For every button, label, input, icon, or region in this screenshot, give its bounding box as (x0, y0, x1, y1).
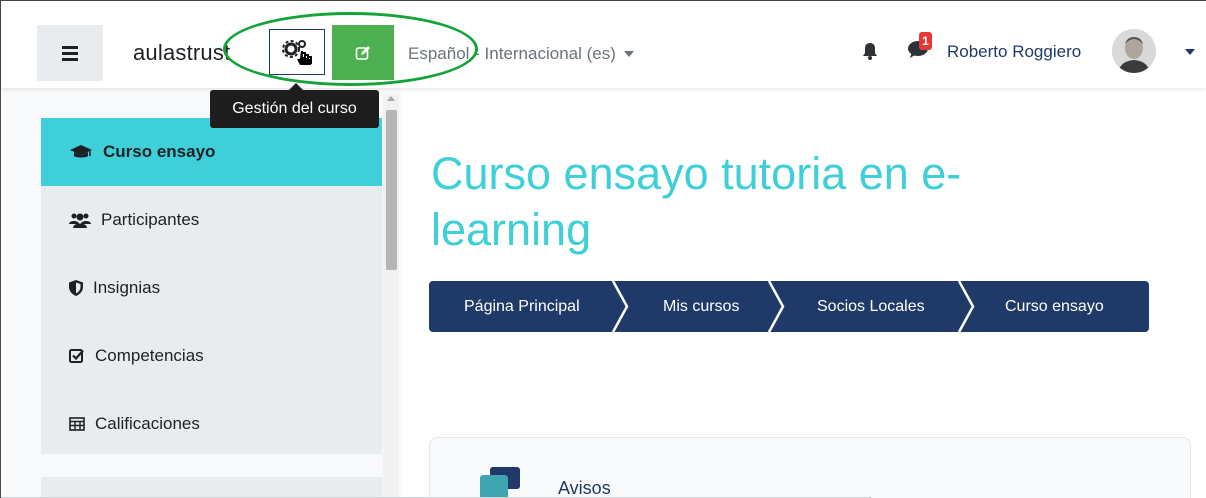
forum-icon (480, 467, 520, 498)
breadcrumb-separator-icon (957, 281, 985, 332)
breadcrumb-separator-icon (767, 281, 795, 332)
course-nav-menu: Curso ensayo Participantes Insignias Com… (41, 118, 382, 454)
breadcrumb-item-home[interactable]: Página Principal (429, 281, 639, 332)
scroll-up-arrow-icon[interactable] (387, 96, 395, 101)
edit-icon (355, 45, 370, 60)
breadcrumb-label: Página Principal (464, 297, 580, 315)
sidebar-item-label: Calificaciones (95, 414, 200, 433)
gears-icon (282, 40, 312, 65)
menu-toggle-button[interactable] (37, 25, 103, 81)
tooltip: Gestión del curso (210, 90, 379, 128)
language-label: Español - Internacional (es) (408, 44, 616, 63)
sidebar-item-competencies[interactable]: Competencias (41, 322, 382, 390)
user-photo-icon (1112, 29, 1156, 73)
breadcrumb-separator-icon (611, 281, 639, 332)
breadcrumb-label: Mis cursos (663, 297, 740, 315)
top-navbar: aulastrust Español - Internacional (es) (2, 2, 1206, 88)
chevron-down-icon (623, 51, 634, 57)
breadcrumb: Página Principal Mis cursos Socios Local… (429, 281, 1149, 332)
breadcrumb-item-local-partners[interactable]: Socios Locales (781, 281, 985, 332)
tooltip-arrow (289, 83, 303, 90)
notification-badge: 1 (919, 32, 932, 50)
breadcrumb-item-my-courses[interactable]: Mis cursos (625, 281, 795, 332)
hamburger-icon (62, 46, 78, 61)
sidebar-item-label: Participantes (101, 210, 200, 229)
page-title: Curso ensayo tutoria en e-learning (431, 148, 962, 255)
site-nav-menu (41, 477, 382, 498)
browser-viewport: aulastrust Español - Internacional (es) (0, 0, 1206, 498)
users-icon (69, 213, 91, 228)
course-admin-button[interactable] (269, 29, 325, 75)
user-menu-name[interactable]: Roberto Roggiero (947, 42, 1081, 62)
bell-icon[interactable] (862, 42, 878, 60)
sidebar-item-course[interactable]: Curso ensayo (41, 118, 382, 186)
sidebar-item-label: Curso ensayo (103, 142, 216, 161)
avatar[interactable] (1112, 29, 1156, 73)
breadcrumb-item-current-course[interactable]: Curso ensayo (971, 281, 1149, 332)
sidebar-item-participants[interactable]: Participantes (41, 186, 382, 254)
edit-mode-button[interactable] (332, 25, 394, 80)
sidebar-item-label: Competencias (95, 346, 204, 365)
check-square-icon (69, 349, 84, 363)
breadcrumb-label: Curso ensayo (1005, 297, 1104, 315)
site-brand[interactable]: aulastrust (133, 40, 230, 66)
scrollbar-thumb[interactable] (386, 110, 397, 270)
breadcrumb-label: Socios Locales (817, 297, 925, 315)
sidebar-item-grades[interactable]: Calificaciones (41, 390, 382, 458)
sidebar-item-label: Insignias (93, 278, 161, 297)
language-selector[interactable]: Español - Internacional (es) (408, 44, 634, 64)
graduation-cap-icon (70, 145, 92, 158)
announcements-title[interactable]: Avisos (558, 478, 611, 498)
announcements-card (429, 437, 1191, 498)
shield-icon (69, 280, 83, 296)
user-menu-chevron-icon[interactable] (1185, 49, 1195, 55)
sidebar-item-badges[interactable]: Insignias (41, 254, 382, 322)
table-icon (69, 417, 85, 431)
